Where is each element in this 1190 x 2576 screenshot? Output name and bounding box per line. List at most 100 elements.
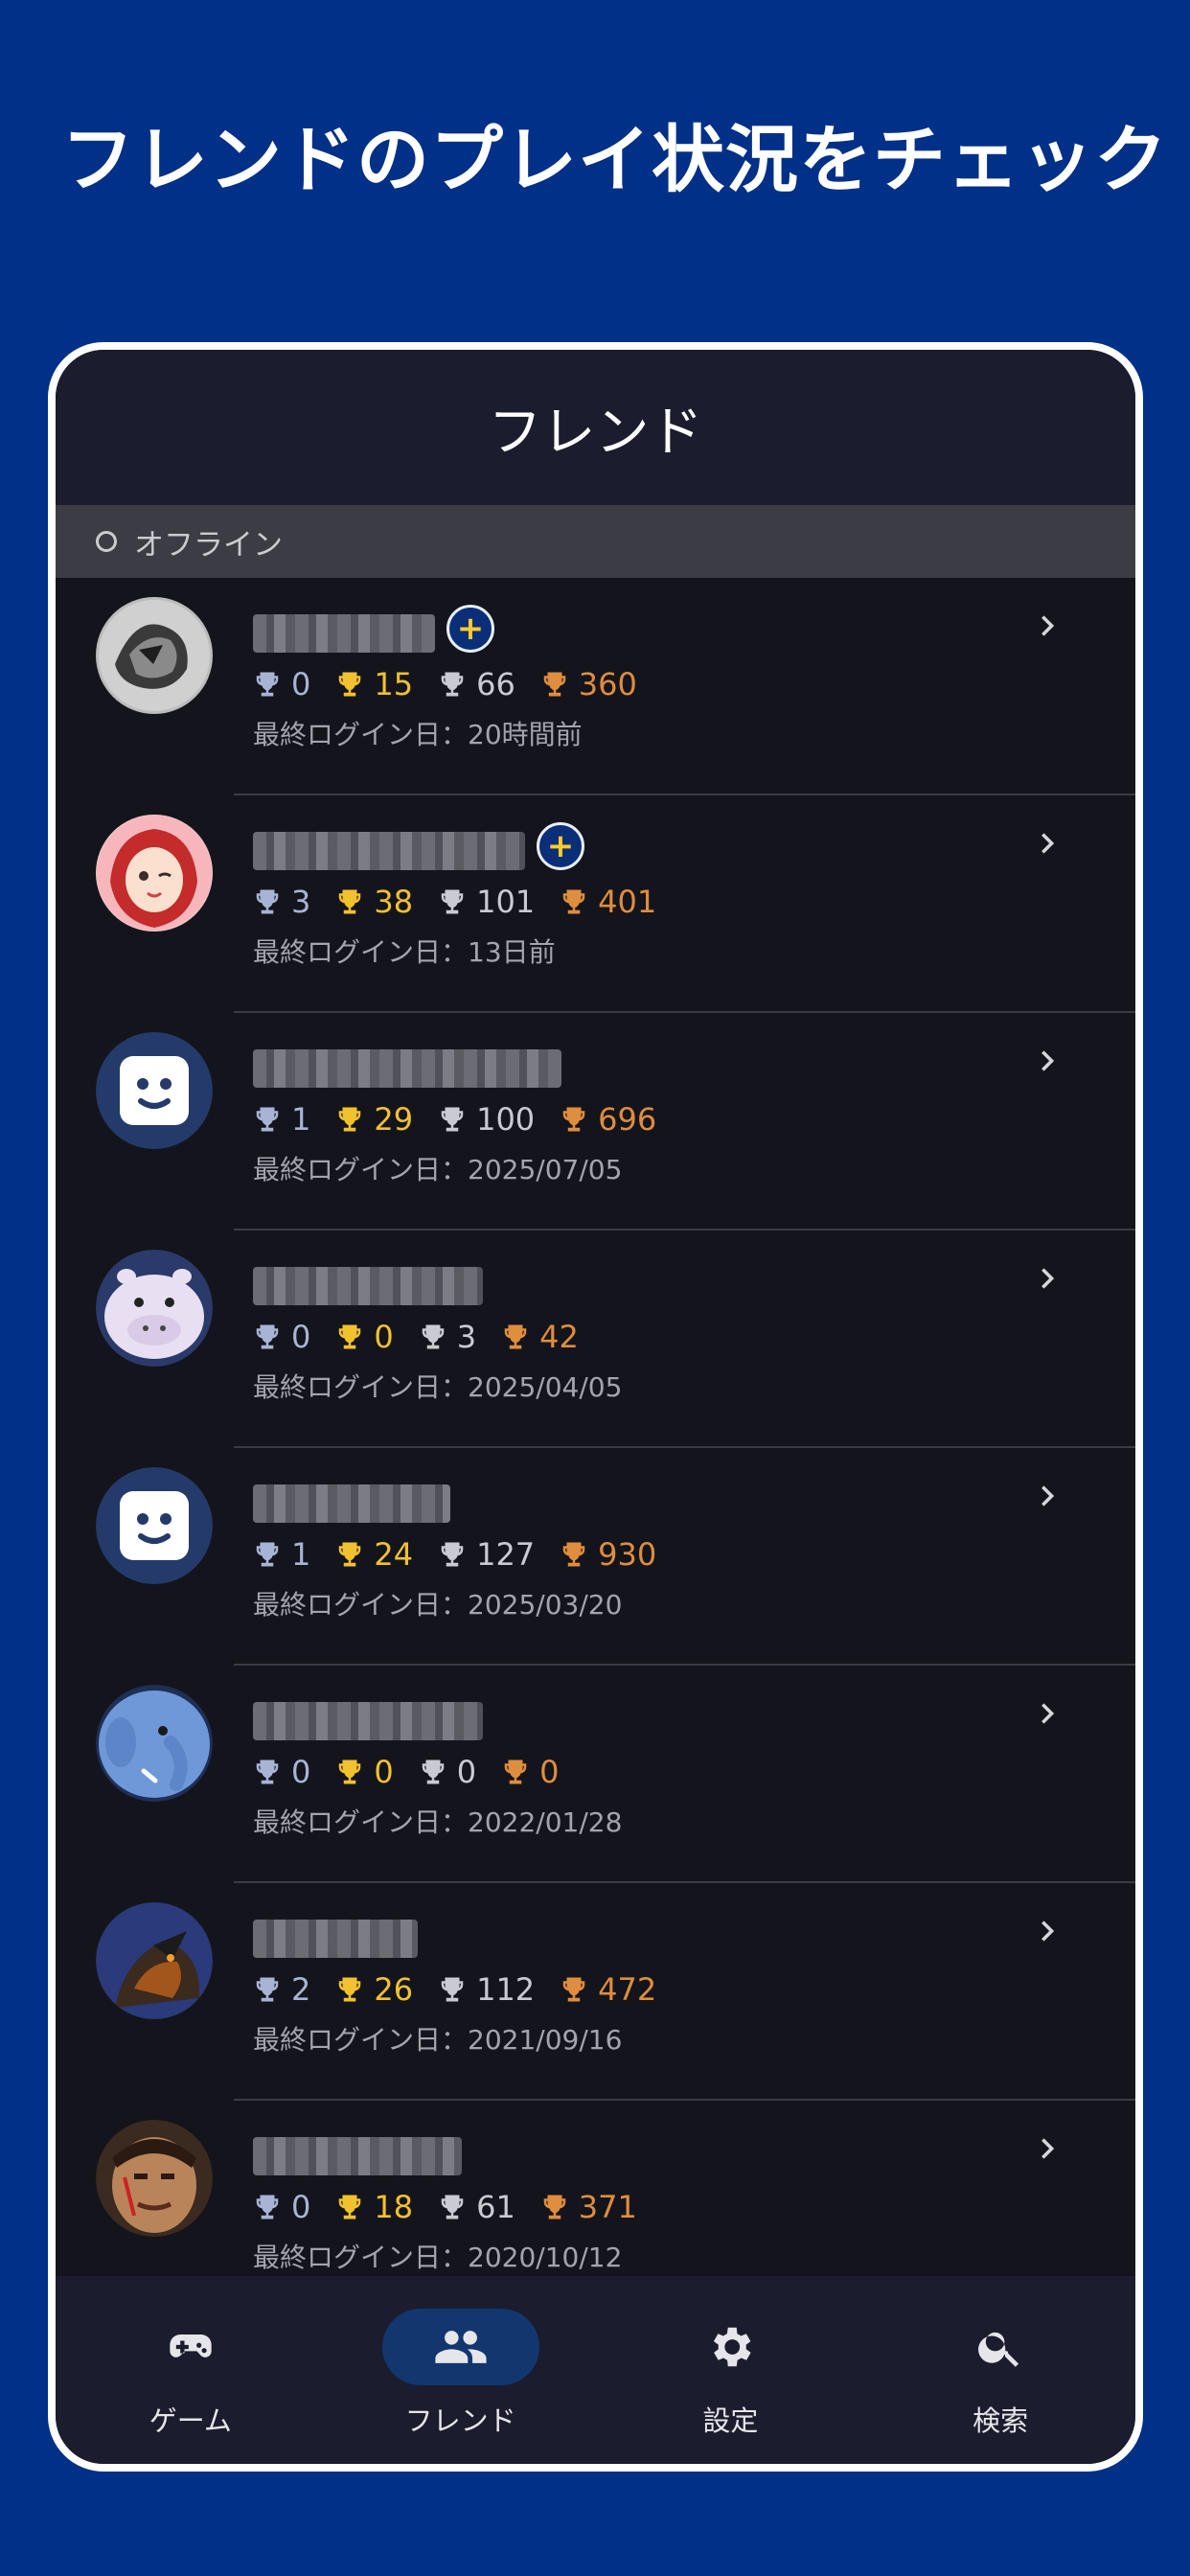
friend-row[interactable]: + 3 38 101 401 最終ログイン日：13日前 bbox=[56, 795, 1135, 1013]
trophy-counts: 0 18 61 371 bbox=[253, 2189, 662, 2225]
tab-search[interactable]: 検索 bbox=[881, 2309, 1120, 2439]
gold-trophy-icon bbox=[339, 1107, 361, 1132]
chevron-right-icon[interactable] bbox=[1026, 1910, 1068, 1952]
bronze-trophy-icon bbox=[562, 1977, 585, 2002]
friend-name-obscured bbox=[253, 1702, 483, 1740]
gold-trophy: 15 bbox=[335, 666, 413, 702]
gold-trophy-icon bbox=[339, 1977, 361, 2002]
avatar-default-face bbox=[96, 1032, 213, 1149]
platinum-trophy-icon bbox=[256, 2195, 279, 2220]
phone-frame: フレンド オフライン + 0 15 66 360 最終ログイン日：20時間前 +… bbox=[48, 342, 1143, 2472]
chevron-right-icon[interactable] bbox=[1026, 1475, 1068, 1517]
friend-name-obscured bbox=[253, 832, 525, 870]
friend-row[interactable]: 0 0 3 42 最終ログイン日：2025/04/05 bbox=[56, 1230, 1135, 1448]
friend-list[interactable]: + 0 15 66 360 最終ログイン日：20時間前 + 3 38 101 4… bbox=[56, 578, 1135, 2318]
trophy-counts: 3 38 101 401 bbox=[253, 884, 681, 920]
silver-trophy-icon bbox=[441, 889, 464, 914]
bronze-trophy: 360 bbox=[540, 666, 637, 702]
avatar-warrior-face bbox=[96, 2120, 213, 2237]
ps-plus-badge-icon: + bbox=[446, 605, 494, 653]
avatar-dragon-sketch bbox=[96, 597, 213, 714]
friend-row[interactable]: 0 0 0 0 最終ログイン日：2022/01/28 bbox=[56, 1666, 1135, 1883]
avatar-anime-girl bbox=[96, 815, 213, 932]
platinum-trophy: 0 bbox=[253, 666, 310, 702]
gold-trophy-icon bbox=[339, 672, 361, 697]
trophy-counts: 2 26 112 472 bbox=[253, 1971, 681, 2008]
platinum-trophy-icon bbox=[256, 1977, 279, 2002]
platinum-trophy-icon bbox=[256, 1542, 279, 1567]
friend-name-obscured bbox=[253, 2137, 462, 2175]
offline-status-icon bbox=[96, 531, 117, 552]
friend-name-obscured bbox=[253, 1049, 561, 1088]
silver-trophy-icon bbox=[441, 1977, 464, 2002]
chevron-right-icon[interactable] bbox=[1026, 1257, 1068, 1300]
friend-row[interactable]: 1 29 100 696 最終ログイン日：2025/07/05 bbox=[56, 1013, 1135, 1230]
friend-name-obscured bbox=[253, 614, 435, 653]
bronze-trophy-icon bbox=[562, 1107, 585, 1132]
bottom-tab-bar: ゲーム フレンド 設定 検索 bbox=[56, 2276, 1135, 2464]
silver-trophy-icon bbox=[441, 2195, 464, 2220]
tab-settings[interactable]: 設定 bbox=[610, 2309, 850, 2439]
friend-row[interactable]: + 0 15 66 360 最終ログイン日：20時間前 bbox=[56, 578, 1135, 795]
trophy-counts: 0 0 3 42 bbox=[253, 1319, 604, 1355]
last-login: 最終ログイン日：2022/01/28 bbox=[253, 1806, 623, 1838]
platinum-trophy-icon bbox=[256, 889, 279, 914]
screen-header: フレンド bbox=[56, 350, 1135, 505]
promo-title: フレンドのプレイ状況をチェック bbox=[61, 117, 1168, 202]
friend-row[interactable]: 2 26 112 472 最終ログイン日：2021/09/16 bbox=[56, 1883, 1135, 2101]
gold-trophy-icon bbox=[339, 1324, 361, 1349]
tab-label: 検索 bbox=[973, 2404, 1029, 2437]
bronze-trophy-icon bbox=[562, 889, 585, 914]
silver-trophy-icon bbox=[422, 1324, 444, 1349]
silver-trophy-icon bbox=[441, 672, 464, 697]
screen-title: フレンド bbox=[488, 401, 703, 464]
bronze-trophy-icon bbox=[504, 1760, 527, 1784]
gold-trophy-icon bbox=[339, 889, 361, 914]
bronze-trophy-icon bbox=[543, 672, 566, 697]
tab-friends[interactable]: フレンド bbox=[341, 2309, 581, 2439]
bronze-trophy-icon bbox=[504, 1324, 527, 1349]
avatar-blue-elephant bbox=[96, 1685, 213, 1802]
people-icon bbox=[381, 2309, 539, 2385]
section-header-offline: オフライン bbox=[56, 505, 1135, 578]
chevron-right-icon[interactable] bbox=[1026, 1692, 1068, 1735]
tab-label: 設定 bbox=[702, 2404, 759, 2437]
last-login: 最終ログイン日：2020/10/12 bbox=[253, 2242, 623, 2273]
tab-label: フレンド bbox=[404, 2404, 516, 2437]
friend-name-obscured bbox=[253, 1920, 418, 1958]
gamepad-icon bbox=[112, 2309, 269, 2385]
friend-row[interactable]: 1 24 127 930 最終ログイン日：2025/03/20 bbox=[56, 1448, 1135, 1666]
silver-trophy: 66 bbox=[438, 666, 515, 702]
trophy-counts: 1 24 127 930 bbox=[253, 1536, 681, 1573]
silver-trophy-icon bbox=[441, 1107, 464, 1132]
friend-name-obscured bbox=[253, 1267, 483, 1305]
chevron-right-icon[interactable] bbox=[1026, 2128, 1068, 2170]
tab-games[interactable]: ゲーム bbox=[71, 2309, 310, 2439]
chevron-right-icon[interactable] bbox=[1026, 605, 1068, 647]
bronze-trophy-icon bbox=[543, 2195, 566, 2220]
platinum-trophy-icon bbox=[256, 672, 279, 697]
gold-trophy-icon bbox=[339, 1760, 361, 1784]
last-login: 最終ログイン日：20時間前 bbox=[253, 719, 583, 750]
silver-trophy-icon bbox=[441, 1542, 464, 1567]
search-icon bbox=[922, 2309, 1079, 2385]
last-login: 最終ログイン日：2025/03/20 bbox=[253, 1589, 623, 1621]
platinum-trophy-icon bbox=[256, 1324, 279, 1349]
trophy-counts: 0 0 0 0 bbox=[253, 1754, 584, 1790]
platinum-trophy-icon bbox=[256, 1107, 279, 1132]
chevron-right-icon[interactable] bbox=[1026, 1040, 1068, 1082]
tab-label: ゲーム bbox=[149, 2404, 232, 2437]
last-login: 最終ログイン日：2021/09/16 bbox=[253, 2024, 623, 2056]
trophy-counts: 0 15 66 360 bbox=[253, 666, 662, 702]
bronze-trophy-icon bbox=[562, 1542, 585, 1567]
ps-plus-badge-icon: + bbox=[537, 822, 584, 870]
gold-trophy-icon bbox=[339, 2195, 361, 2220]
chevron-right-icon[interactable] bbox=[1026, 822, 1068, 864]
avatar-default-face bbox=[96, 1467, 213, 1584]
section-label: オフライン bbox=[134, 527, 283, 563]
last-login: 最終ログイン日：2025/07/05 bbox=[253, 1154, 623, 1185]
friend-name-obscured bbox=[253, 1484, 450, 1523]
last-login: 最終ログイン日：13日前 bbox=[253, 936, 556, 968]
platinum-trophy-icon bbox=[256, 1760, 279, 1784]
silver-trophy-icon bbox=[422, 1760, 444, 1784]
